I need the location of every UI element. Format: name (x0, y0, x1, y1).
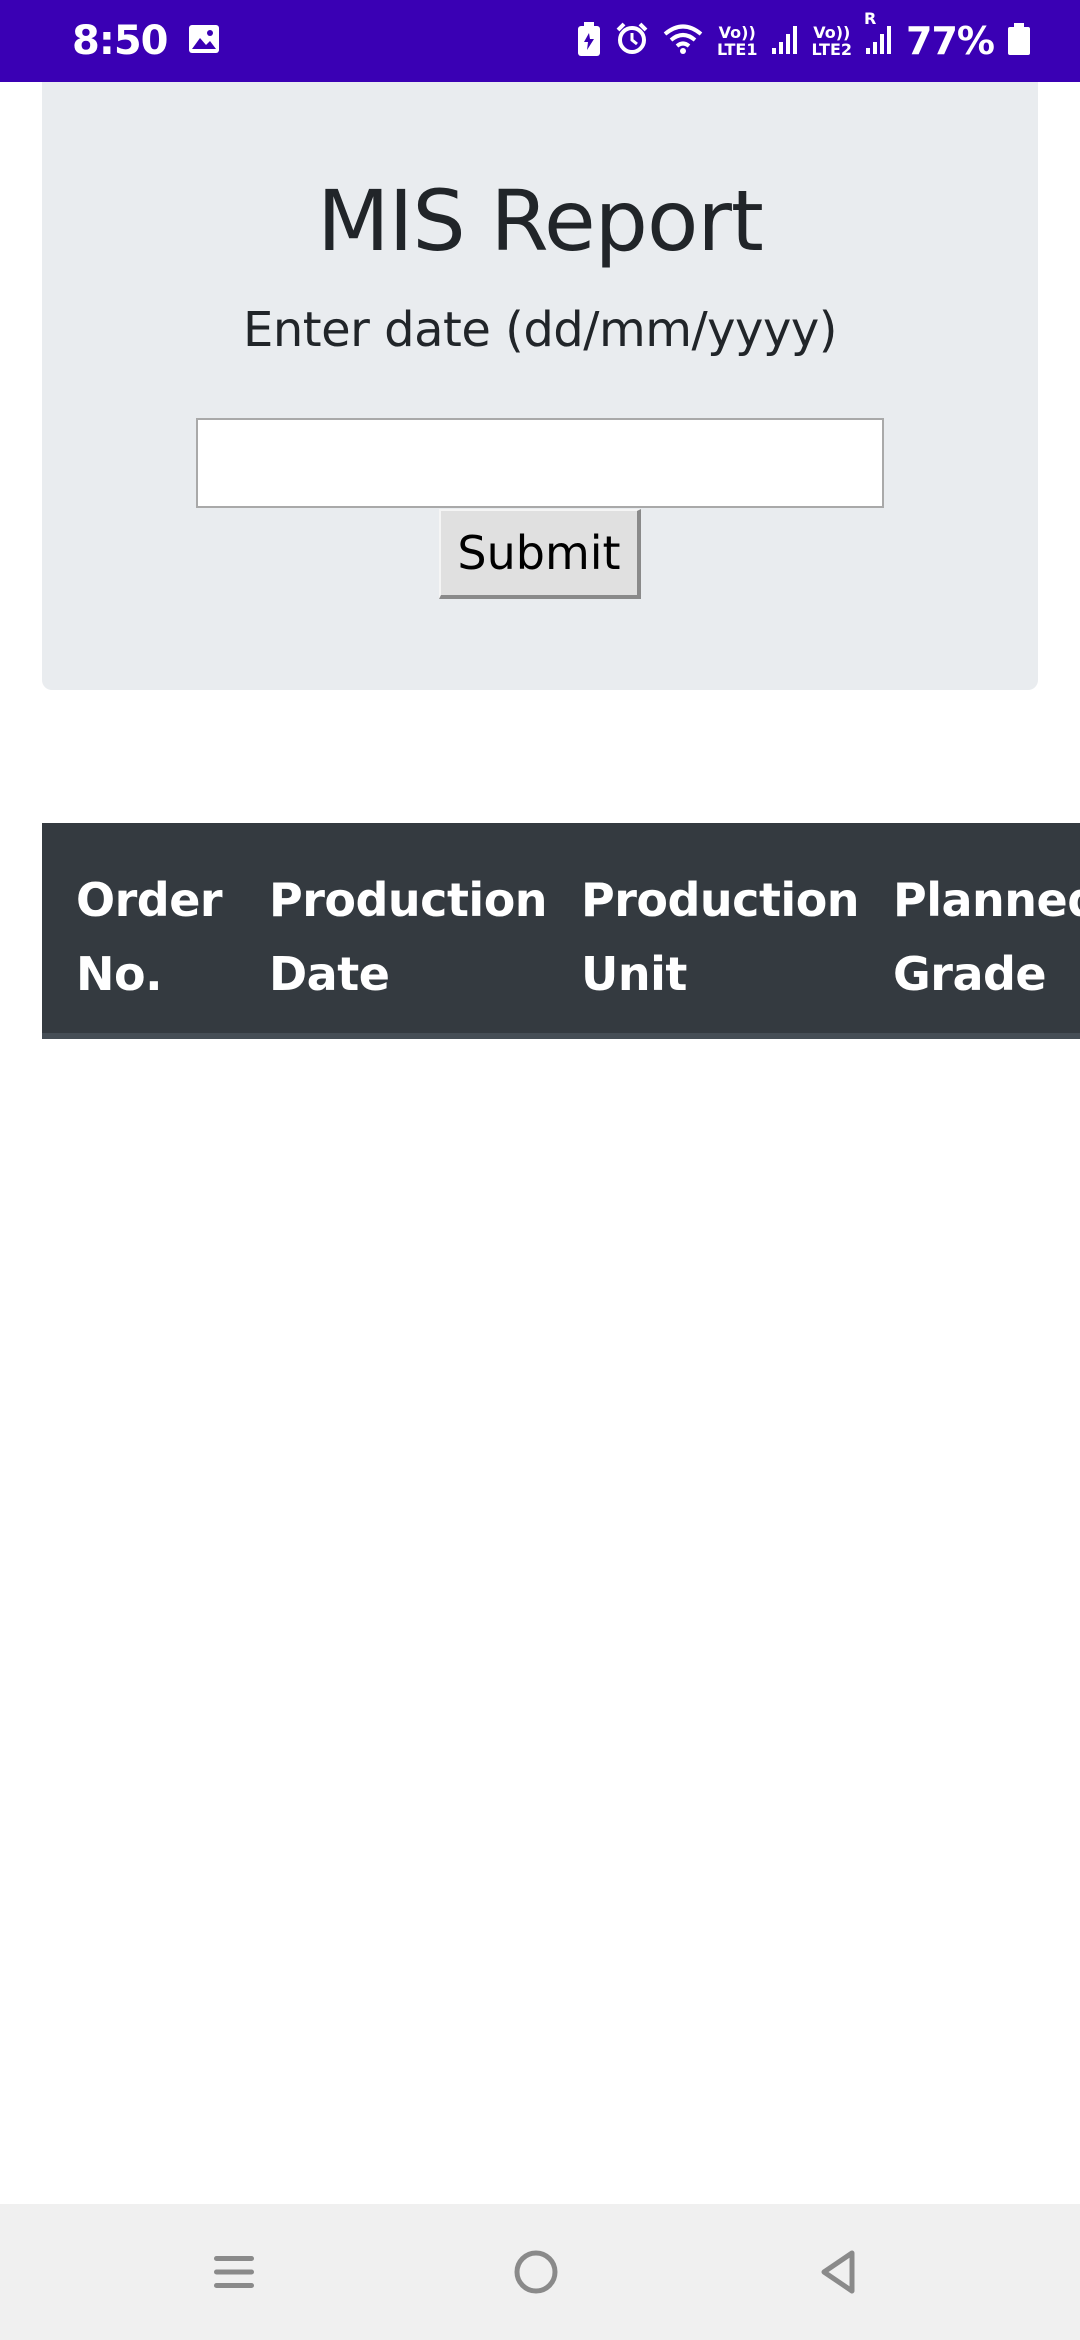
table-header: Order No. Production Date Production Uni… (42, 823, 1080, 1039)
column-header-production-unit: Production Unit (581, 863, 860, 1011)
home-icon[interactable] (506, 2242, 566, 2302)
status-right: Vo)) LTE1 Vo)) LTE2 R 77% (577, 10, 1030, 63)
column-header-line: Grade (893, 947, 1047, 1001)
sim2-network-type: Vo)) LTE2 (812, 24, 853, 58)
column-header-planned-grade: Planned Grade (893, 863, 1080, 1011)
status-left: 8:50 (72, 18, 220, 64)
submit-button[interactable]: Submit (439, 509, 641, 599)
back-icon[interactable] (808, 2242, 868, 2302)
status-bar: 8:50 Vo)) LTE1 Vo)) LTE2 R 77% (0, 0, 1080, 82)
column-header-line: No. (76, 947, 163, 1001)
column-header-line: Planned (893, 873, 1080, 927)
sim1-signal-icon (771, 24, 798, 59)
sim1-lte-label: LTE1 (716, 40, 758, 59)
column-header-production-date: Production Date (269, 863, 548, 1011)
battery-percentage: 77% (906, 19, 995, 63)
sim1-network-type: Vo)) LTE1 (717, 24, 758, 58)
roaming-indicator: R (864, 8, 877, 28)
column-header-line: Date (269, 947, 390, 1001)
battery-saver-icon (577, 21, 601, 61)
battery-icon (1008, 22, 1030, 60)
column-header-order-no: Order No. (76, 863, 223, 1011)
wifi-icon (663, 23, 703, 60)
status-time: 8:50 (72, 18, 168, 64)
column-header-line: Production (581, 873, 860, 927)
gallery-notification-icon (188, 24, 220, 59)
column-header-line: Unit (581, 947, 687, 1001)
date-input[interactable] (196, 418, 884, 508)
sim2-signal-icon: R (864, 10, 892, 59)
report-form-card: MIS Report Enter date (dd/mm/yyyy) Submi… (42, 82, 1038, 690)
navigation-bar (0, 2204, 1080, 2340)
results-table: Order No. Production Date Production Uni… (42, 823, 1080, 1045)
column-header-line: Production (269, 873, 548, 927)
date-label: Enter date (dd/mm/yyyy) (243, 302, 837, 358)
sim2-lte-label: LTE2 (811, 40, 853, 59)
alarm-icon (615, 22, 649, 61)
column-header-line: Order (76, 873, 223, 927)
page-title: MIS Report (317, 172, 764, 270)
recent-apps-icon[interactable] (204, 2242, 264, 2302)
